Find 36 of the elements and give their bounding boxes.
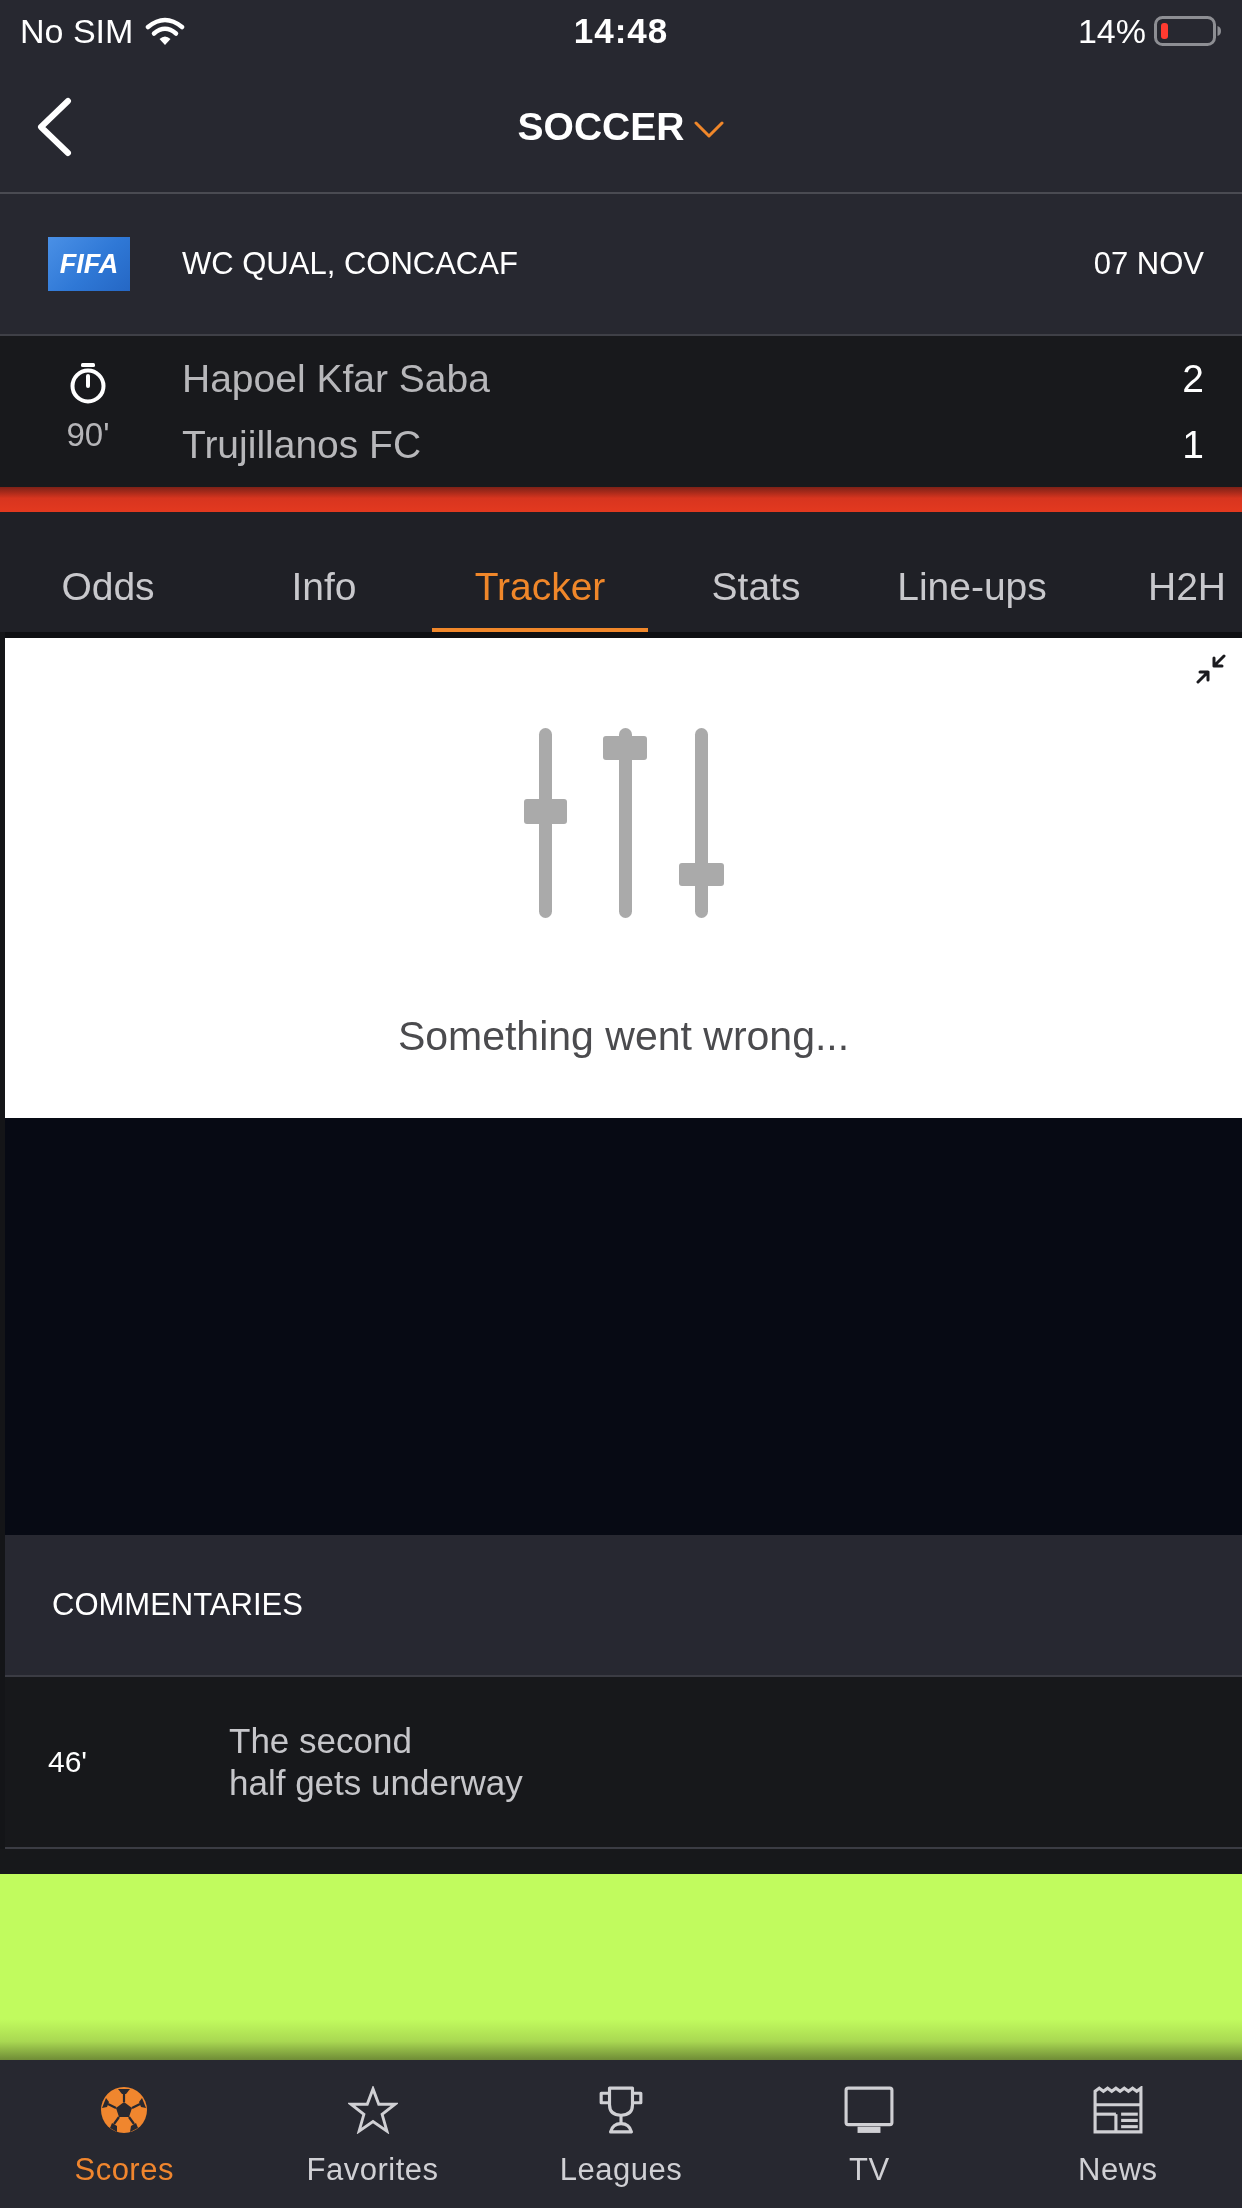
carrier-text: No SIM: [20, 11, 134, 51]
nav-item[interactable]: Leagues: [496, 2060, 746, 2208]
sliders-icon: [521, 728, 726, 918]
battery-icon: [1154, 16, 1222, 46]
nav-item[interactable]: TV: [745, 2060, 994, 2208]
team-name: Hapoel Kfar Saba: [182, 356, 490, 402]
team-score: 1: [1182, 422, 1204, 468]
match-minute: 90': [66, 416, 110, 454]
commentary-text: The second half gets underway: [229, 1720, 523, 1804]
tv-icon: [844, 2086, 895, 2134]
tab[interactable]: H2H: [1080, 512, 1242, 632]
tab[interactable]: Info: [216, 512, 432, 632]
nav-item[interactable]: News: [993, 2060, 1242, 2208]
team-score: 2: [1182, 356, 1204, 402]
league-logo: FIFA: [48, 237, 130, 291]
collapse-icon[interactable]: [1196, 654, 1226, 684]
battery-percent: 14%: [1077, 11, 1146, 51]
status-time: 14:48: [573, 11, 669, 51]
sport-dropdown[interactable]: SOCCER: [517, 104, 725, 150]
soccer-ball-icon: [99, 2086, 150, 2134]
tab[interactable]: Odds: [0, 512, 216, 632]
commentary-minute: 46': [48, 1744, 89, 1780]
nav-item[interactable]: Scores: [0, 2060, 249, 2208]
nav-item[interactable]: Favorites: [248, 2060, 497, 2208]
caret-icon: [694, 120, 725, 138]
wifi-icon: [145, 16, 186, 46]
error-message: Something went wrong...: [397, 1012, 850, 1060]
section-title: COMMENTARIES: [52, 1587, 303, 1623]
match-date: 07 NOV: [1093, 246, 1204, 282]
team-name: Trujillanos FC: [182, 422, 422, 468]
tab[interactable]: Line-ups: [864, 512, 1080, 632]
tab[interactable]: Stats: [648, 512, 864, 632]
newspaper-icon: [1092, 2086, 1143, 2134]
star-icon: [347, 2086, 398, 2134]
stopwatch-icon: [70, 363, 106, 404]
league-name: WC QUAL, CONCACAF: [182, 246, 518, 282]
